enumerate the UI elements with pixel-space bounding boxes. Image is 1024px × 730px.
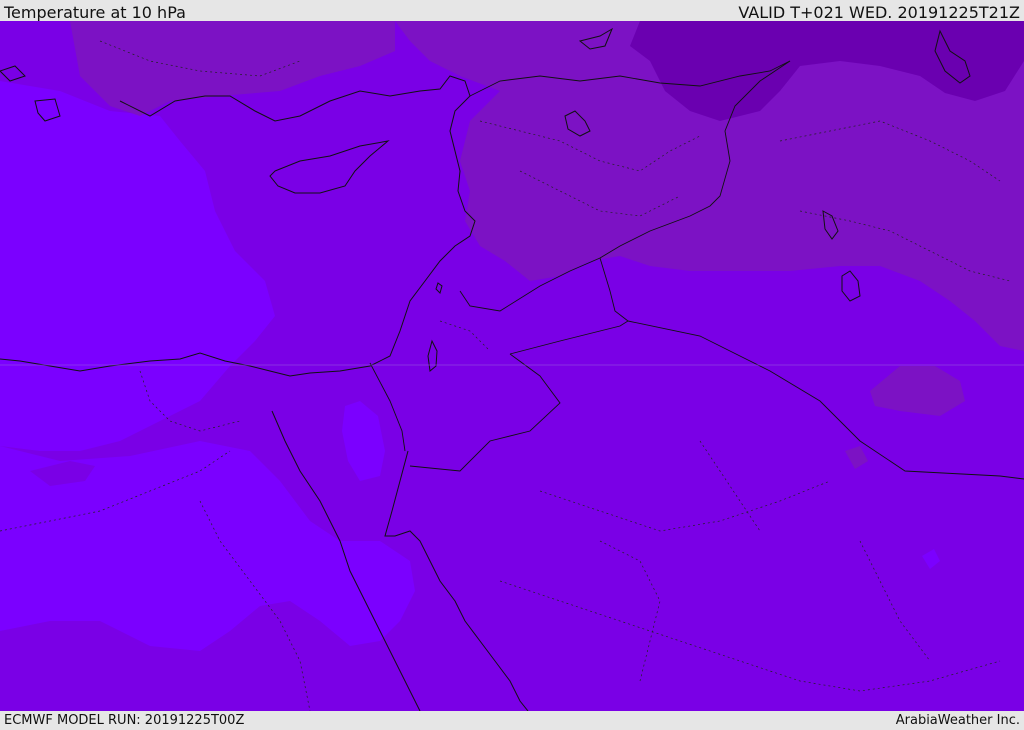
map-header: Temperature at 10 hPa VALID T+021 WED. 2… [0, 0, 1024, 22]
credit-label: ArabiaWeather Inc. [895, 713, 1020, 728]
temperature-map[interactable] [0, 21, 1024, 711]
map-title: Temperature at 10 hPa [4, 3, 186, 22]
map-canvas [0, 21, 1024, 711]
valid-time-label: VALID T+021 WED. 20191225T21Z [738, 3, 1020, 22]
map-footer: ECMWF MODEL RUN: 20191225T00Z ArabiaWeat… [0, 711, 1024, 729]
model-run-label: ECMWF MODEL RUN: 20191225T00Z [4, 713, 245, 728]
